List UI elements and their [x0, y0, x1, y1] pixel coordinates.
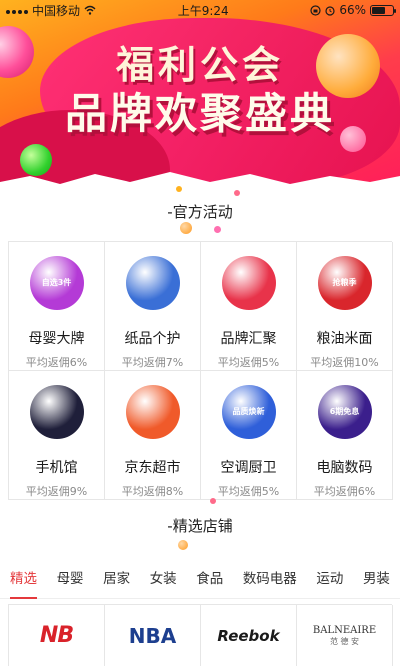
brand-card[interactable]: BALNEAIRE 范 德 安: [297, 605, 393, 666]
activity-thumbnail-icon: [221, 256, 276, 310]
activity-rebate: 平均返佣5%: [217, 485, 280, 498]
tab-store-category[interactable]: 母婴: [57, 565, 84, 599]
brand-logo: Reebok: [217, 626, 280, 645]
activity-thumbnail-text: 6期免息: [329, 407, 360, 416]
tab-store-category[interactable]: 女装: [150, 565, 177, 599]
activity-thumbnail-text: 自选3件: [41, 278, 72, 287]
activity-name: 手机馆: [35, 460, 78, 476]
activity-name: 纸品个护: [124, 331, 181, 347]
activity-thumbnail-text: 抢粮季: [332, 278, 357, 287]
activity-thumbnail-text: 品质焕新: [232, 407, 265, 416]
activity-card[interactable]: 品质焕新空调厨卫平均返佣5%: [201, 371, 297, 500]
decor-dot: [214, 226, 221, 233]
battery-percent: 66%: [339, 3, 366, 17]
banner-subtitle: 品牌欢聚盛典: [64, 89, 335, 138]
activity-card[interactable]: 品牌汇聚平均返佣5%: [201, 242, 297, 371]
activity-card[interactable]: 抢粮季粮油米面平均返佣10%: [297, 242, 393, 371]
brand-logo: NBA: [128, 623, 177, 648]
activity-rebate: 平均返佣8%: [121, 485, 184, 498]
brand-logo: NB: [39, 623, 74, 648]
brand-logo: BALNEAIRE: [312, 624, 377, 636]
store-category-tabs: 精选 母婴 居家 女装 食品 数码电器 运动 男装: [0, 565, 400, 599]
tab-store-category[interactable]: 食品: [196, 565, 223, 599]
activity-thumbnail-icon: 自选3件: [29, 256, 84, 310]
status-bar: 中国移动 上午9:24 66%: [0, 0, 400, 20]
activity-grid: 自选3件 母婴大牌 平均返佣6% 纸品个护 平均返佣7% 品牌汇聚 平均返佣5% 抢粮季 粮油米…: [8, 241, 393, 500]
activity-rebate: 平均返佣6%: [25, 356, 88, 369]
activity-name: 京东超市: [124, 460, 181, 476]
activity-name: 电脑数码: [316, 460, 373, 476]
activity-thumbnail-icon: [125, 256, 180, 310]
banner-wave: [0, 172, 400, 188]
activity-card[interactable]: 自选3件母婴大牌平均返佣6%: [9, 242, 105, 371]
activity-card[interactable]: 6期免息电脑数码平均返佣6%: [297, 371, 393, 500]
activity-name: 品牌汇聚: [220, 331, 277, 347]
activity-thumbnail-icon: [29, 385, 84, 439]
lock-rotation-icon: [310, 4, 321, 16]
activity-thumbnail-icon: 抢粮季: [317, 256, 372, 310]
brand-logo-subtitle: 范 德 安: [329, 636, 360, 646]
alarm-icon: [325, 5, 335, 16]
wifi-icon: [84, 5, 96, 15]
activity-thumbnail-icon: 6期免息: [317, 385, 372, 439]
activity-rebate: 平均返佣5%: [217, 356, 280, 369]
battery-level: [371, 6, 386, 14]
tab-store-category[interactable]: 运动: [316, 565, 343, 599]
section-title-stores: -精选店铺: [167, 517, 233, 535]
activity-card[interactable]: 纸品个护平均返佣7%: [105, 242, 201, 371]
decor-dot: [180, 222, 192, 234]
tab-store-category[interactable]: 居家: [103, 565, 130, 599]
decor-dot: [234, 190, 240, 196]
promo-banner[interactable]: 福利公会 品牌欢聚盛典: [0, 0, 400, 188]
activity-rebate: 平均返佣10%: [310, 356, 379, 369]
activity-thumbnail-icon: 品质焕新: [221, 385, 276, 439]
battery-icon: [369, 4, 396, 16]
page: 福利公会 品牌欢聚盛典 中国移动 上午9:24 66% -官方活动 自选3件 母…: [0, 0, 400, 666]
brand-card[interactable]: Reebok: [201, 605, 297, 666]
section-title-official: -官方活动: [167, 203, 233, 221]
tab-store-category[interactable]: 数码电器: [243, 565, 297, 599]
tab-store-category[interactable]: 精选: [10, 565, 37, 599]
tab-store-category[interactable]: 男装: [363, 565, 390, 599]
activity-card[interactable]: 手机馆平均返佣9%: [9, 371, 105, 500]
brand-card[interactable]: NB: [9, 605, 105, 666]
decor-dot: [176, 186, 182, 192]
activity-card[interactable]: 京东超市平均返佣8%: [105, 371, 201, 500]
activity-name: 粮油米面: [316, 331, 373, 347]
clock: 上午9:24: [177, 3, 229, 18]
carrier-label: 中国移动: [32, 3, 81, 18]
activity-rebate: 平均返佣7%: [121, 356, 184, 369]
brand-card[interactable]: NBA: [105, 605, 201, 666]
activity-rebate: 平均返佣6%: [313, 485, 376, 498]
activity-rebate: 平均返佣9%: [25, 485, 88, 498]
activity-thumbnail-icon: [125, 385, 180, 439]
decor-dot: [178, 540, 188, 550]
brand-row: NB NBA Reebok BALNEAIRE 范 德 安: [8, 604, 393, 666]
signal-icon: [6, 6, 28, 14]
decor-dot: [210, 498, 216, 504]
activity-name: 母婴大牌: [28, 331, 85, 347]
activity-name: 空调厨卫: [220, 460, 277, 476]
